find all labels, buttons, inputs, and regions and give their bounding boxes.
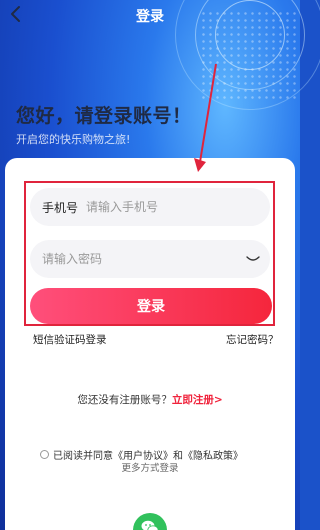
- annotation-arrow: [194, 63, 217, 172]
- register-line: 您还没有注册账号？立即注册>: [0, 392, 300, 407]
- more-login-label: 更多方式登录: [121, 463, 179, 474]
- register-link[interactable]: 立即注册>: [172, 394, 223, 406]
- annotation-highlight-box: [24, 181, 275, 326]
- sms-login-link[interactable]: 短信验证码登录: [33, 332, 107, 347]
- greeting-title: 您好，请登录账号！: [16, 105, 192, 127]
- greeting-subtitle: 开启您的快乐购物之旅!: [16, 133, 131, 146]
- agreement-checkbox[interactable]: [40, 450, 49, 459]
- register-prompt: 您还没有注册账号？: [77, 394, 172, 406]
- forgot-password-link[interactable]: 忘记密码？: [226, 332, 279, 347]
- page-title: 登录: [136, 9, 164, 25]
- wechat-icon: [141, 520, 159, 530]
- top-bar: 登录: [0, 0, 300, 30]
